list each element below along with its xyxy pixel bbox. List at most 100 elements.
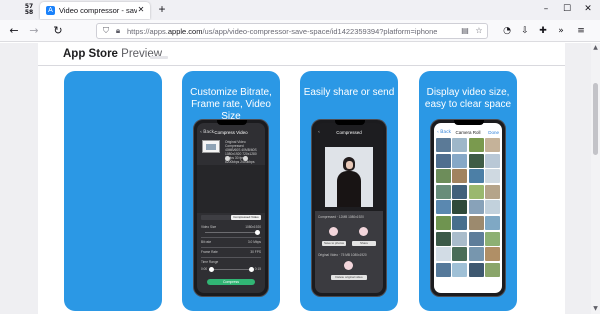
play-icon <box>225 156 230 161</box>
phone-mockup: ‹ Back Compress Video Original Video Com… <box>193 119 269 297</box>
tab-close-icon[interactable]: ✕ <box>136 5 146 15</box>
row-label: Frame Rate <box>201 250 218 254</box>
lock-icon[interactable]: 🔒︎ <box>112 25 124 37</box>
screenshot-caption: Easily share or send <box>303 87 395 98</box>
photo-thumbnail <box>484 169 500 184</box>
row-value: 3.0 Mbps <box>247 240 261 244</box>
header-divider <box>38 65 565 66</box>
browser-tab[interactable]: A Video compressor - save space ✕ <box>40 2 150 19</box>
photo-thumbnail <box>468 231 484 246</box>
navigation-toolbar: ← → ↻ ⛉ 🔒︎ https://apps.apple.com/us/app… <box>0 20 600 42</box>
screenshot-card-3[interactable]: Easily share or send ‹ Compressed Compre… <box>300 71 398 311</box>
delete-original-button: Delete original video <box>331 275 367 280</box>
photo-grid <box>436 138 500 288</box>
scrollbar-thumb[interactable] <box>593 83 598 155</box>
photo-thumbnail <box>452 153 468 168</box>
person-body <box>337 171 361 207</box>
minimize-button[interactable]: – <box>537 2 555 17</box>
share-icon <box>359 227 368 236</box>
photo-thumbnail <box>452 247 468 262</box>
range-end-knob <box>249 267 254 272</box>
range-end-label: 0:15 <box>254 267 261 271</box>
close-window-button[interactable]: ✕ <box>579 2 597 17</box>
photo-thumbnail <box>452 138 468 152</box>
photo-thumbnail <box>484 138 500 152</box>
tab-strip: 5758 A Video compressor - save space ✕ +… <box>0 0 600 20</box>
page-gutter-right <box>565 43 591 314</box>
page-viewport: App Store Preview Customize Bitrate, Fra… <box>0 43 600 314</box>
back-button[interactable]: ← <box>6 23 22 39</box>
app-store-preview-logo[interactable]: App Store Preview <box>63 46 162 62</box>
photo-thumbnail <box>468 153 484 168</box>
photo-thumbnail <box>436 231 451 246</box>
url-text[interactable]: https://apps.apple.com/us/app/video-comp… <box>127 26 437 37</box>
row-label: Video Size <box>201 225 217 229</box>
tracking-shield-icon[interactable]: ⛉ <box>100 25 112 37</box>
photo-thumbnail <box>468 216 484 230</box>
preview-area <box>197 165 265 213</box>
row-divider <box>201 247 261 248</box>
photo-thumbnail <box>452 262 468 277</box>
vertical-scrollbar[interactable]: ▲ ▼ <box>591 43 600 314</box>
scroll-down-icon[interactable]: ▼ <box>591 304 600 314</box>
save-to-photos-button: Save to photos <box>322 241 346 246</box>
pocket-icon[interactable]: ◔ <box>500 24 514 38</box>
phone-notch <box>335 120 365 125</box>
bookmark-star-icon[interactable]: ☆ <box>473 25 485 37</box>
compress-button: Compress <box>207 279 255 285</box>
menu-icon[interactable]: ≡ <box>574 24 588 38</box>
address-bar[interactable]: ⛉ 🔒︎ https://apps.apple.com/us/app/video… <box>96 23 488 39</box>
camera-roll-screen: ‹ Back Camera Roll Done <box>434 123 502 293</box>
app-badge-icon: 57 58 <box>24 3 34 16</box>
delete-icon <box>344 261 353 270</box>
compressed-info: Compressed · 12MB 1080x1920 <box>318 215 364 219</box>
share-panel <box>315 211 383 293</box>
reload-button[interactable]: ↻ <box>50 23 66 39</box>
forward-button[interactable]: → <box>26 23 42 39</box>
app-store-favicon-icon: A <box>46 6 55 15</box>
screenshot-caption: Display video size, easy to clear space <box>424 87 512 110</box>
photo-thumbnail <box>468 262 484 277</box>
downloads-icon[interactable]: ⇩ <box>518 24 532 38</box>
photo-thumbnail <box>436 153 451 168</box>
play-icon <box>243 156 248 161</box>
range-start-knob <box>209 267 214 272</box>
option-tab-compressed: Compressed Video <box>231 215 261 220</box>
photo-thumbnail <box>452 216 468 230</box>
photo-thumbnail <box>484 153 500 168</box>
scroll-up-icon[interactable]: ▲ <box>591 43 600 53</box>
phone-mockup: ‹ Back Camera Roll Done <box>430 119 506 297</box>
photo-thumbnail <box>452 200 468 215</box>
extensions-icon[interactable]: ✚ <box>536 24 550 38</box>
share-button: Share <box>352 241 376 246</box>
photo-thumbnail <box>436 184 451 199</box>
photo-thumbnail <box>452 184 468 199</box>
range-start-label: 0:00 <box>201 267 208 271</box>
screenshot-card-4[interactable]: Display video size, easy to clear space … <box>419 71 517 311</box>
photo-thumbnail <box>436 262 451 277</box>
original-info: Original Video · 75 MB 1080x1920 <box>318 253 367 257</box>
size-slider <box>205 232 257 233</box>
row-value: 30 FPS <box>250 250 261 254</box>
screenshot-card-2[interactable]: Customize Bitrate, Frame rate, Video Siz… <box>182 71 280 311</box>
photo-thumbnail <box>468 247 484 262</box>
photo-thumbnail <box>468 169 484 184</box>
screen-title: Compress Video <box>214 130 248 135</box>
overflow-arrows-icon[interactable]: » <box>554 24 568 38</box>
video-preview <box>325 147 373 207</box>
photo-thumbnail <box>484 184 500 199</box>
photo-thumbnail <box>484 262 500 277</box>
page-gutter-left <box>0 43 38 314</box>
browser-window: 5758 A Video compressor - save space ✕ +… <box>0 0 600 314</box>
row-label: Time Range <box>201 260 219 264</box>
row-label: Bit rate <box>201 240 212 244</box>
photo-thumbnail <box>468 138 484 152</box>
photo-thumbnail <box>484 231 500 246</box>
video-thumbnail <box>202 140 220 153</box>
screenshot-card-1[interactable] <box>64 71 162 311</box>
maximize-button[interactable]: ☐ <box>558 2 576 17</box>
new-tab-button[interactable]: + <box>156 3 168 16</box>
photo-thumbnail <box>468 184 484 199</box>
photo-thumbnail <box>436 247 451 262</box>
reader-view-icon[interactable]: ▤ <box>459 25 471 37</box>
